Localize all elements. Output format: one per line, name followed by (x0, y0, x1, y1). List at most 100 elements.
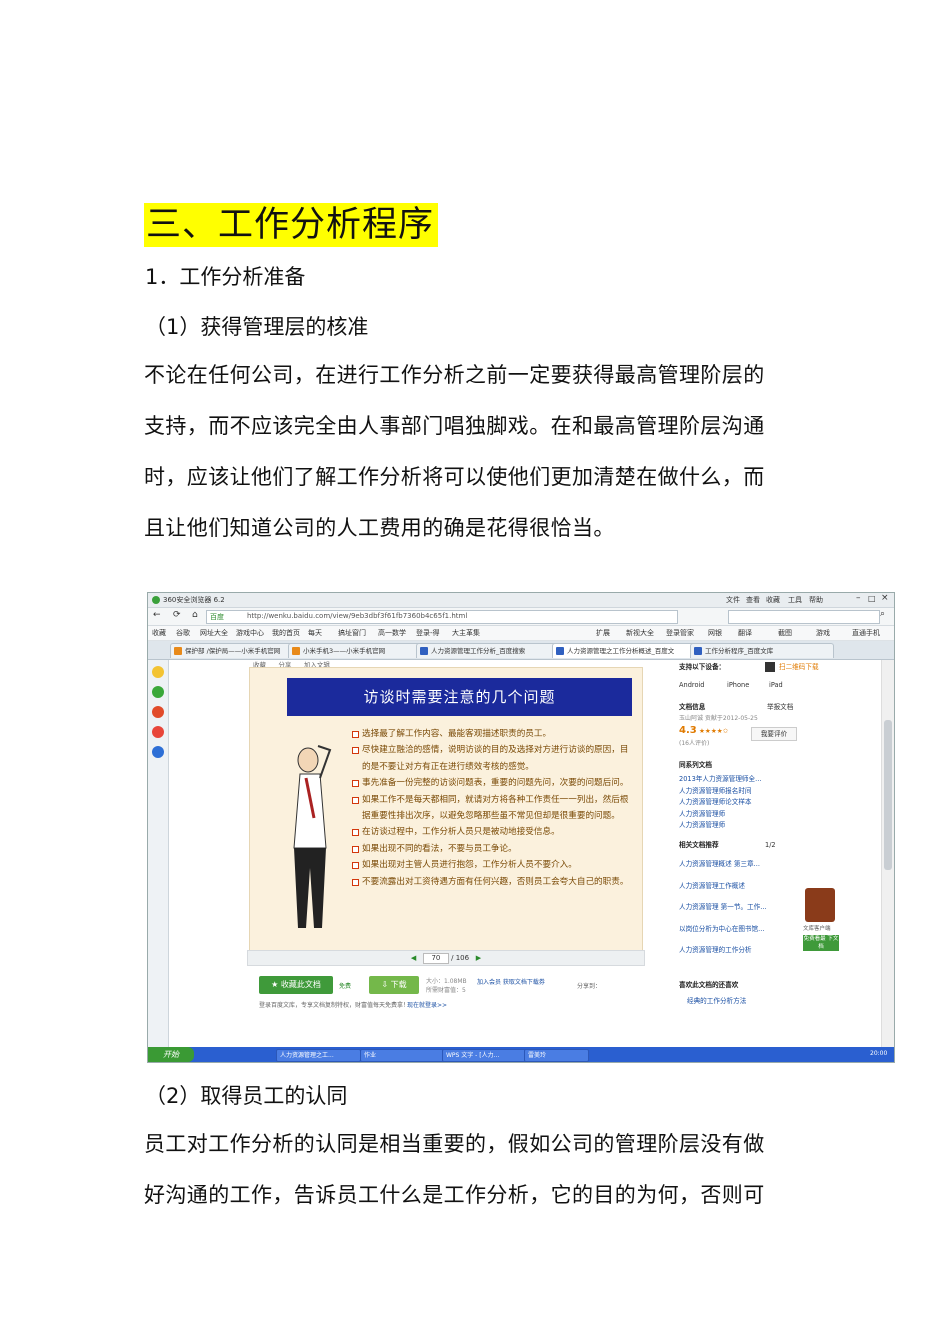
taskbar-item[interactable]: 作业 (360, 1049, 445, 1062)
doc-info-title: 文档信息 (679, 703, 706, 711)
qr-code-icon (765, 662, 775, 672)
weibo-icon[interactable] (152, 706, 164, 718)
like-title: 喜欢此文档的还喜欢 (679, 981, 739, 989)
rec-item[interactable]: 人力资源管理概述 第三章... (679, 854, 767, 876)
right-panel: 支持以下设备： 扫二维码下载 Android iPhone iPad 文档信息 … (647, 660, 877, 1048)
tab-3[interactable]: 人力资源管理工作分析_百度搜索 (416, 643, 560, 658)
devices-title: 支持以下设备： (679, 663, 726, 671)
fav-item[interactable]: 我的首页 (272, 628, 300, 638)
taskbar-item[interactable]: WPS 文字 - [人力... (442, 1049, 527, 1062)
login-link[interactable]: 现在就登录>> (407, 1000, 447, 1009)
fav-item[interactable]: 大主革集 (452, 628, 480, 638)
qr-link[interactable]: 扫二维码下载 (779, 662, 819, 674)
paragraph-2: 员工对工作分析的认同是相当重要的，假如公司的管理阶层没有做 好沟通的工作，告诉员… (144, 1119, 809, 1221)
taskbar-item[interactable]: 人力资源管理之工... (276, 1049, 361, 1062)
rating-stars: ★★★★✩ (699, 727, 729, 735)
app-label: 文库客户端 (803, 926, 831, 932)
contributor: 玉山阿诚 贡献于2012-05-25 (679, 715, 758, 722)
series-item[interactable]: 人力资源管理师论文样本 (679, 797, 761, 809)
doc-pager: ◀ 70 / 106 ▶ (247, 950, 645, 966)
fav-item[interactable]: 每天 (308, 628, 322, 638)
address-bar[interactable]: 百度 http://wenku.baidu.com/view/9eb3dbf3f… (206, 610, 678, 624)
scrollbar[interactable] (881, 660, 894, 1048)
free-label: 免费 (339, 983, 352, 990)
fav-item[interactable]: 收藏 (152, 628, 166, 638)
series-item[interactable]: 人力资源管理师 (679, 809, 761, 821)
fav-item[interactable]: 登录-得 (416, 628, 440, 638)
device-android: Android (679, 681, 705, 689)
slide-bullet: 不要流露出对工资待遇方面有任何兴趣，否则员工会夸大自己的职责。 (352, 874, 634, 890)
menu-tools[interactable]: 工具 (788, 595, 802, 605)
search-input[interactable] (728, 610, 880, 624)
rec-list: 人力资源管理概述 第三章... 人力资源管理工作概述 人力资源管理 第一节。工作… (679, 854, 767, 962)
tab-1[interactable]: 保护部 /保护局——小米手机官网 (170, 643, 296, 658)
rating-value: 4.3 (679, 725, 697, 736)
app-icon[interactable] (152, 726, 164, 738)
fav-item[interactable]: 高一数学 (378, 628, 406, 638)
home-icon[interactable]: ⌂ (192, 610, 198, 620)
fav-item[interactable]: 搞址窗门 (338, 628, 366, 638)
fav-item[interactable]: 直通手机 (852, 628, 880, 638)
like-item[interactable]: 经典的工作分析方法 (687, 996, 746, 1008)
rec-item[interactable]: 人力资源管理 第一节。工作... (679, 897, 767, 919)
search-icon[interactable]: ⌕ (880, 609, 885, 619)
fav-item[interactable]: 游戏中心 (236, 628, 264, 638)
rec-item[interactable]: 人力资源管理的工作分析 (679, 940, 767, 962)
next-page-icon[interactable]: ▶ (476, 954, 481, 962)
points-required: 所需财富值：5 (426, 987, 466, 994)
maximize-icon[interactable]: □ (868, 594, 876, 603)
subsubsection-title: （1）获得管理层的核准 (145, 315, 369, 339)
page-total: / 106 (451, 954, 470, 962)
share-to-label: 分享到： (577, 983, 602, 990)
browser-title: 360安全浏览器 6.2 (163, 596, 225, 604)
back-icon[interactable]: ← (153, 610, 161, 620)
tab-5[interactable]: 工作分析程序_百度文库 (690, 643, 834, 658)
taskbar-item[interactable]: 雷美玲 (524, 1049, 589, 1062)
clock-icon[interactable] (152, 686, 164, 698)
series-item[interactable]: 2013年人力资源管理师全... (679, 774, 761, 786)
slide-title: 访谈时需要注意的几个问题 (287, 678, 632, 716)
fav-item[interactable]: 扩展 (596, 628, 610, 638)
browser-navbar: ← ⟳ ⌂ 百度 http://wenku.baidu.com/view/9eb… (148, 608, 894, 626)
menu-file[interactable]: 文件 (726, 595, 740, 605)
rate-button[interactable]: 我要评价 (751, 727, 797, 741)
rec-item[interactable]: 以岗位分析为中心在图书馆... (679, 919, 767, 941)
app-download-button[interactable]: 免费看最 下文档 (803, 935, 839, 951)
close-icon[interactable]: × (881, 593, 889, 603)
fav-item[interactable]: 翻译 (738, 628, 752, 638)
fav-item[interactable]: 登录管家 (666, 628, 694, 638)
start-button[interactable]: 开始 (148, 1047, 194, 1062)
rec-item[interactable]: 人力资源管理工作概述 (679, 876, 767, 898)
star-icon[interactable] (152, 666, 164, 678)
menu-view[interactable]: 查看 (746, 595, 760, 605)
refresh-icon[interactable]: ⟳ (173, 610, 181, 620)
tab-2[interactable]: 小米手机3——小米手机官网 (288, 643, 424, 658)
tab-4-active[interactable]: 人力资源管理之工作分析概述_百度文 (552, 643, 698, 658)
page-input[interactable]: 70 (422, 953, 449, 964)
slide-image: 访谈时需要注意的几个问题 选择最了解工作内容、最能客观描述职责的员工。 尽快建立… (249, 667, 643, 951)
slide-bullet: 如果工作不是每天都相同，就请对方将各种工作责任一一列出，然后根据重要性排出次序，… (352, 792, 634, 825)
fav-item[interactable]: 截图 (778, 628, 792, 638)
vip-link[interactable]: 加入会员 获取文档下载券 (477, 977, 545, 986)
series-item[interactable]: 人力资源管理师报名时间 (679, 786, 761, 798)
prev-page-icon[interactable]: ◀ (411, 954, 416, 962)
menu-favorites[interactable]: 收藏 (766, 595, 780, 605)
tab-bar: 保护部 /保护局——小米手机官网 小米手机3——小米手机官网 人力资源管理工作分… (148, 641, 894, 660)
360-icon[interactable] (152, 746, 164, 758)
collect-doc-button[interactable]: ★ 收藏此文档 (259, 976, 333, 994)
subsection-title: 1．工作分析准备 (145, 265, 306, 289)
report-link[interactable]: 举报文档 (767, 702, 793, 714)
fav-item[interactable]: 网银 (708, 628, 722, 638)
slide-bullet: 如果出现不同的看法，不要与员工争论。 (352, 841, 634, 857)
download-button[interactable]: ⇩ 下载 (369, 976, 419, 994)
slide-bullet: 尽快建立融洽的感情，说明访谈的目的及选择对方进行访谈的原因，目的是不要让对方有正… (352, 742, 634, 775)
series-item[interactable]: 人力资源管理师 (679, 820, 761, 832)
device-iphone: iPhone (727, 681, 750, 689)
fav-item[interactable]: 游戏 (816, 628, 830, 638)
fav-item[interactable]: 新视大全 (626, 628, 654, 638)
menu-help[interactable]: 帮助 (809, 595, 823, 605)
minimize-icon[interactable]: – (856, 593, 861, 603)
fav-item[interactable]: 谷歌 (176, 628, 190, 638)
fav-item[interactable]: 网址大全 (200, 628, 228, 638)
paragraph-line: 员工对工作分析的认同是相当重要的，假如公司的管理阶层没有做 (144, 1132, 765, 1156)
